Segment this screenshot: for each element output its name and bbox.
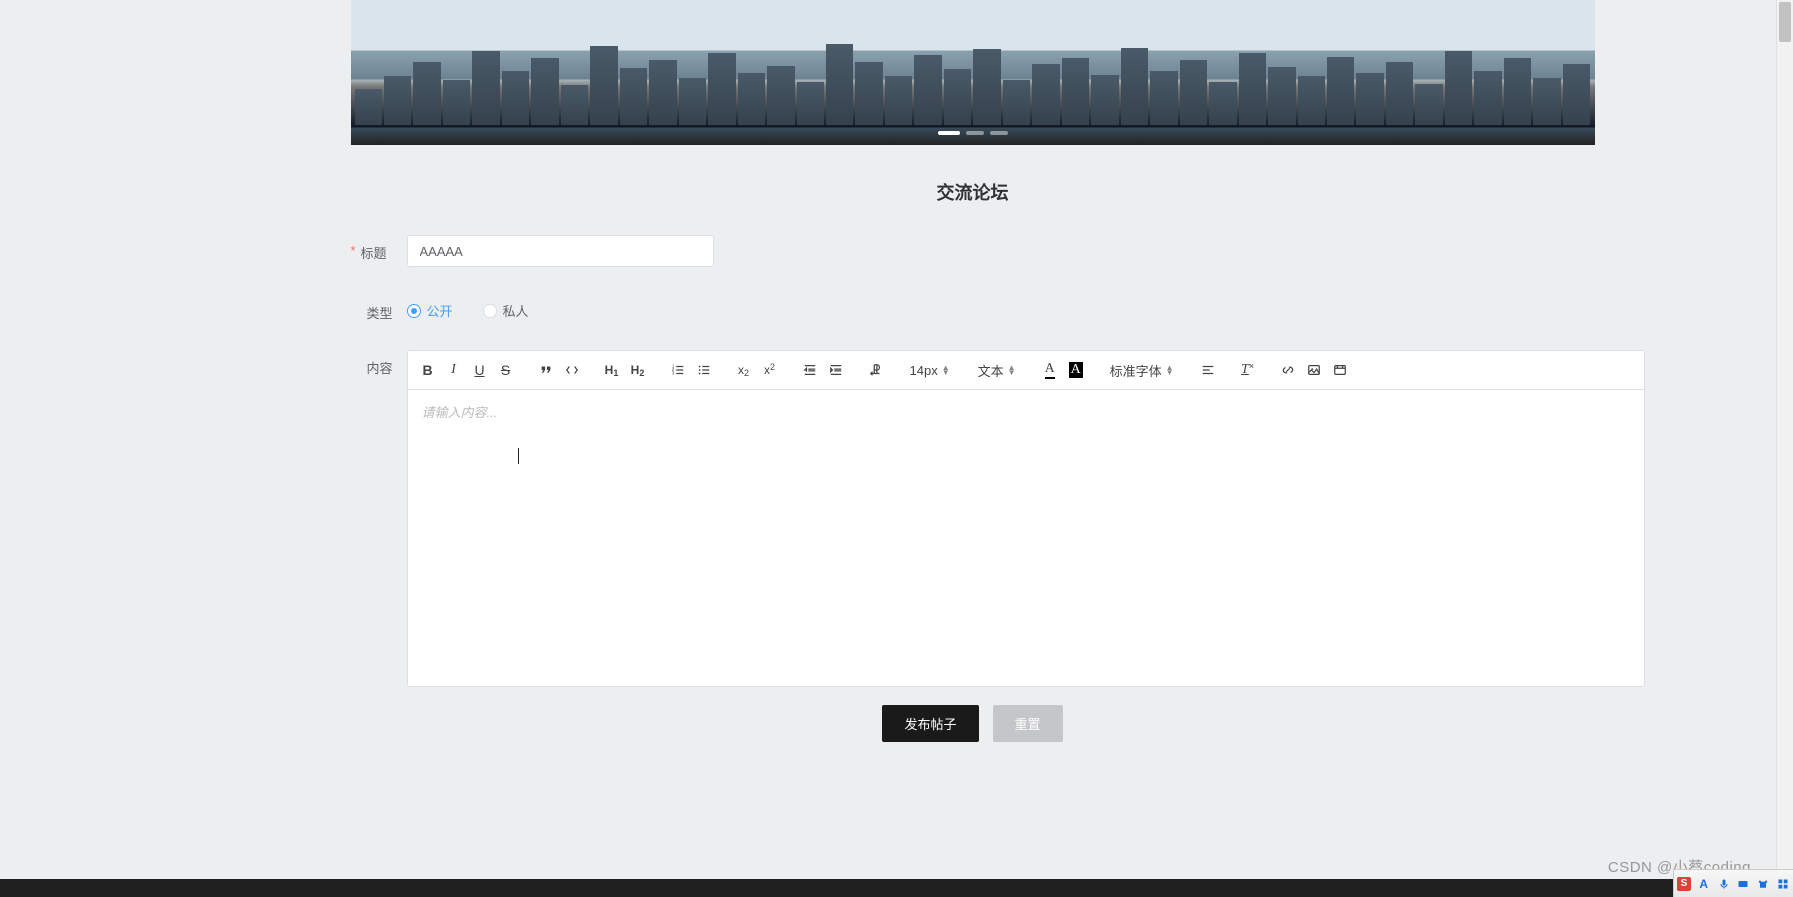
ime-keyboard-icon[interactable] xyxy=(1736,877,1750,891)
text-cursor-icon xyxy=(518,448,519,464)
outdent-button[interactable] xyxy=(798,357,822,383)
link-button[interactable] xyxy=(1276,357,1300,383)
font-family-select[interactable]: 标准字体 ▲▼ xyxy=(1104,359,1180,382)
h2-button[interactable]: H2 xyxy=(626,357,650,383)
ime-logo-icon[interactable]: S xyxy=(1677,877,1691,891)
h1-button[interactable]: H1 xyxy=(600,357,624,383)
font-family-value: 标准字体 xyxy=(1110,361,1162,380)
indent-button[interactable] xyxy=(824,357,848,383)
content-label: 内容 xyxy=(367,350,407,377)
footer-bar xyxy=(0,879,1751,897)
radio-private-label: 私人 xyxy=(503,301,529,320)
title-input[interactable] xyxy=(407,235,714,267)
align-button[interactable] xyxy=(1196,357,1220,383)
image-button[interactable] xyxy=(1302,357,1326,383)
text-style-value: 文本 xyxy=(978,361,1004,380)
video-button[interactable] xyxy=(1328,357,1352,383)
editor-toolbar: B I U S H1 H2 123 xyxy=(408,351,1644,390)
clear-format-button[interactable]: T× xyxy=(1236,357,1260,383)
strike-button[interactable]: S xyxy=(494,357,518,383)
reset-button[interactable]: 重置 xyxy=(993,705,1063,742)
unordered-list-button[interactable] xyxy=(692,357,716,383)
form-actions: 发布帖子 重置 xyxy=(351,705,1595,742)
font-size-value: 14px xyxy=(910,363,938,378)
page-title: 交流论坛 xyxy=(351,179,1595,205)
italic-button[interactable]: I xyxy=(442,357,466,383)
rich-text-editor: B I U S H1 H2 123 xyxy=(407,350,1645,687)
ime-skin-icon[interactable] xyxy=(1756,877,1770,891)
radio-private[interactable]: 私人 xyxy=(483,301,529,320)
title-label: 标题 xyxy=(361,235,407,262)
skyline-decoration xyxy=(351,35,1595,125)
radio-circle-icon xyxy=(407,304,421,318)
text-style-select[interactable]: 文本 ▲▼ xyxy=(972,359,1022,382)
ordered-list-button[interactable]: 123 xyxy=(666,357,690,383)
text-direction-button[interactable] xyxy=(864,357,888,383)
svg-text:3: 3 xyxy=(671,370,674,375)
code-block-button[interactable] xyxy=(560,357,584,383)
underline-button[interactable]: U xyxy=(468,357,492,383)
bold-button[interactable]: B xyxy=(416,357,440,383)
superscript-button[interactable]: x2 xyxy=(758,357,782,383)
hero-carousel xyxy=(351,0,1595,145)
carousel-indicator-3[interactable] xyxy=(990,131,1008,135)
editor-placeholder: 请输入内容... xyxy=(422,405,498,420)
scrollbar-thumb[interactable] xyxy=(1779,2,1791,42)
carousel-indicator-1[interactable] xyxy=(938,131,960,135)
font-size-select[interactable]: 14px ▲▼ xyxy=(904,361,956,380)
text-color-button[interactable]: A xyxy=(1038,357,1062,383)
ime-lang-icon[interactable]: A xyxy=(1697,877,1711,891)
bg-color-button[interactable]: A xyxy=(1064,357,1088,383)
subscript-button[interactable]: x2 xyxy=(732,357,756,383)
blockquote-button[interactable] xyxy=(534,357,558,383)
submit-button[interactable]: 发布帖子 xyxy=(882,705,978,742)
carousel-indicator-2[interactable] xyxy=(966,131,984,135)
ime-voice-icon[interactable] xyxy=(1717,877,1731,891)
editor-content-area[interactable]: 请输入内容... xyxy=(408,390,1644,686)
caret-icon: ▲▼ xyxy=(1166,365,1174,375)
radio-public-label: 公开 xyxy=(427,301,453,320)
type-label: 类型 xyxy=(367,295,407,322)
radio-public[interactable]: 公开 xyxy=(407,301,453,320)
vertical-scrollbar[interactable] xyxy=(1776,0,1793,897)
type-radio-group: 公开 私人 xyxy=(407,295,529,320)
carousel-indicators xyxy=(938,131,1008,135)
caret-icon: ▲▼ xyxy=(942,365,950,375)
caret-icon: ▲▼ xyxy=(1008,365,1016,375)
ime-menu-icon[interactable] xyxy=(1776,877,1790,891)
ime-toolbar[interactable]: S A xyxy=(1673,869,1793,897)
radio-circle-icon xyxy=(483,304,497,318)
